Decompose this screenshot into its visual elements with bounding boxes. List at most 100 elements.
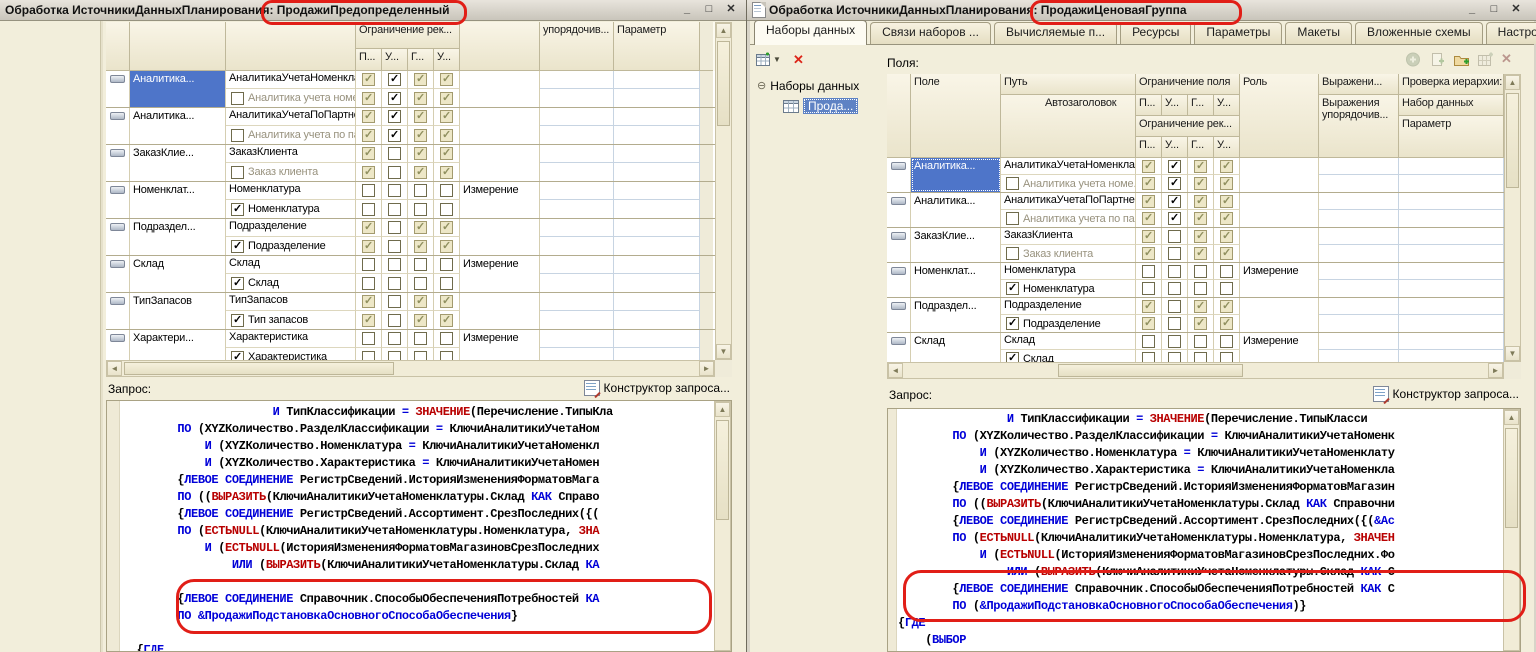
chevron-down-icon[interactable]: ▼ [773, 55, 781, 64]
restriction-checkbox[interactable] [1220, 265, 1233, 278]
field-name-cell[interactable]: ЗаказКлие... [130, 145, 226, 181]
restriction-checkbox[interactable]: ✓ [440, 147, 453, 160]
row-grip-icon[interactable] [106, 256, 130, 292]
field-title-checkbox[interactable] [231, 129, 244, 142]
restriction-checkbox[interactable]: ✓ [1194, 317, 1207, 330]
scroll-right-icon[interactable]: ► [699, 361, 714, 376]
restriction-checkbox[interactable]: ✓ [1142, 195, 1155, 208]
restriction-checkbox[interactable] [440, 203, 453, 216]
restriction-checkbox[interactable]: ✓ [440, 295, 453, 308]
tab-7[interactable]: Вложенные схемы [1355, 22, 1483, 44]
field-path-cell[interactable]: Характеристика [226, 330, 356, 348]
restriction-checkbox[interactable]: ✓ [1168, 195, 1181, 208]
field-title-cell[interactable]: Заказ клиента [1001, 245, 1136, 262]
restriction-checkbox[interactable] [388, 147, 401, 160]
field-row-group[interactable]: СкладСклад✓СкладИзмерение [106, 256, 732, 293]
col-field[interactable]: Поле [911, 74, 1001, 158]
field-name-cell[interactable]: Подраздел... [911, 298, 1001, 332]
delete-field-icon[interactable]: ✕ [1501, 51, 1512, 67]
restriction-checkbox[interactable]: ✓ [1220, 212, 1233, 225]
field-path-cell[interactable]: АналитикаУчетаПоПартне... [1001, 193, 1136, 210]
field-title-cell[interactable]: ✓Подразделение [226, 237, 356, 255]
restriction-checkbox[interactable] [388, 221, 401, 234]
field-path-cell[interactable]: АналитикаУчетаНоменкла... [226, 71, 356, 89]
restriction-checkbox[interactable]: ✓ [362, 92, 375, 105]
restriction-checkbox[interactable]: ✓ [1194, 212, 1207, 225]
col-u1[interactable]: У... [1162, 95, 1188, 116]
minimize-icon[interactable]: _ [1465, 1, 1479, 17]
restriction-checkbox[interactable]: ✓ [362, 314, 375, 327]
col-u1[interactable]: У... [1162, 137, 1188, 158]
field-title-checkbox[interactable] [1006, 247, 1019, 260]
restriction-checkbox[interactable]: ✓ [1142, 300, 1155, 313]
restriction-checkbox[interactable] [388, 240, 401, 253]
restriction-checkbox[interactable]: ✓ [388, 129, 401, 142]
col-expression-sub[interactable]: Выражения упорядочив... [1319, 95, 1399, 158]
col-g[interactable]: Г... [1188, 95, 1214, 116]
restriction-checkbox[interactable]: ✓ [1220, 300, 1233, 313]
row-grip-icon[interactable] [106, 219, 130, 255]
restriction-checkbox[interactable]: ✓ [1220, 177, 1233, 190]
restriction-checkbox[interactable] [414, 203, 427, 216]
restriction-checkbox[interactable] [1168, 282, 1181, 295]
field-name-cell[interactable]: Аналитика... [911, 158, 1001, 192]
restriction-checkbox[interactable]: ✓ [414, 110, 427, 123]
restriction-checkbox[interactable] [362, 332, 375, 345]
restriction-checkbox[interactable]: ✓ [1142, 230, 1155, 243]
restriction-checkbox[interactable] [362, 258, 375, 271]
col-g[interactable]: Г... [408, 49, 434, 71]
field-title-cell[interactable]: ✓Номенклатура [226, 200, 356, 218]
scroll-up-icon[interactable]: ▲ [1504, 410, 1519, 425]
delete-dataset-icon[interactable]: ✕ [793, 52, 804, 68]
restriction-checkbox[interactable] [388, 258, 401, 271]
field-row-group[interactable]: Подраздел...Подразделение✓Подразделение✓… [887, 298, 1521, 333]
restriction-checkbox[interactable] [440, 184, 453, 197]
query-constructor-link[interactable]: Конструктор запроса... [1373, 386, 1519, 402]
restriction-checkbox[interactable] [414, 184, 427, 197]
col-u2[interactable]: У... [1214, 137, 1240, 158]
field-path-cell[interactable]: Склад [226, 256, 356, 274]
restriction-checkbox[interactable]: ✓ [440, 129, 453, 142]
restriction-checkbox[interactable] [1194, 265, 1207, 278]
field-path-cell[interactable]: ЗаказКлиента [1001, 228, 1136, 245]
scroll-thumb[interactable] [1058, 364, 1243, 377]
tab-4[interactable]: Ресурсы [1120, 22, 1191, 44]
field-title-cell[interactable]: Аналитика учета номе... [1001, 175, 1136, 192]
restriction-checkbox[interactable]: ✓ [1220, 230, 1233, 243]
field-name-cell[interactable]: Номенклат... [911, 263, 1001, 297]
row-grip-icon[interactable] [887, 228, 911, 262]
restriction-checkbox[interactable]: ✓ [362, 73, 375, 86]
restriction-checkbox[interactable]: ✓ [362, 240, 375, 253]
field-row-group[interactable]: ТипЗапасовТипЗапасов✓Тип запасов✓✓✓✓✓✓ [106, 293, 732, 330]
tab-5[interactable]: Параметры [1194, 22, 1282, 44]
minimize-icon[interactable]: _ [680, 1, 694, 17]
restriction-checkbox[interactable]: ✓ [440, 110, 453, 123]
scroll-thumb[interactable] [1506, 93, 1519, 188]
restriction-checkbox[interactable] [388, 184, 401, 197]
restriction-checkbox[interactable] [388, 277, 401, 290]
col-g[interactable]: Г... [1188, 137, 1214, 158]
panel-splitter[interactable] [100, 21, 103, 652]
scroll-up-icon[interactable]: ▲ [716, 23, 731, 38]
restriction-checkbox[interactable] [1220, 282, 1233, 295]
right-table-vscrollbar[interactable]: ▲ ▼ [1504, 74, 1521, 362]
restriction-checkbox[interactable] [1142, 335, 1155, 348]
field-name-cell[interactable]: ТипЗапасов [130, 293, 226, 329]
restriction-checkbox[interactable]: ✓ [1142, 317, 1155, 330]
restriction-checkbox[interactable]: ✓ [1220, 195, 1233, 208]
restriction-checkbox[interactable]: ✓ [414, 129, 427, 142]
restriction-checkbox[interactable] [414, 258, 427, 271]
col-path[interactable]: Путь [1001, 74, 1136, 95]
field-name-cell[interactable]: ЗаказКлие... [911, 228, 1001, 262]
field-title-cell[interactable]: Аналитика учета по па... [1001, 210, 1136, 227]
restriction-checkbox[interactable]: ✓ [414, 147, 427, 160]
collapse-icon[interactable]: ⊖ [757, 81, 766, 91]
field-name-cell[interactable]: Аналитика... [130, 108, 226, 144]
field-path-cell[interactable]: Номенклатура [226, 182, 356, 200]
restriction-checkbox[interactable]: ✓ [1194, 300, 1207, 313]
field-row-group[interactable]: Аналитика...АналитикаУчетаПоПартне...Ана… [887, 193, 1521, 228]
restriction-checkbox[interactable]: ✓ [1220, 160, 1233, 173]
restriction-checkbox[interactable]: ✓ [1168, 177, 1181, 190]
tab-6[interactable]: Макеты [1285, 22, 1352, 44]
field-row-group[interactable]: Подраздел...Подразделение✓Подразделение✓… [106, 219, 732, 256]
